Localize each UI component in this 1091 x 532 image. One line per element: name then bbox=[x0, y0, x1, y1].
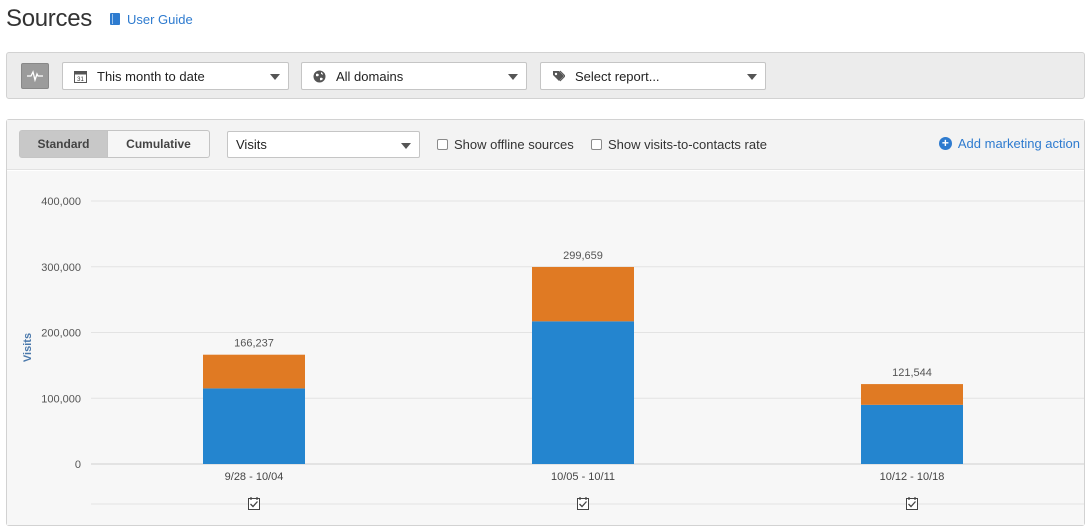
metric-value: Visits bbox=[236, 137, 267, 152]
view-mode-toggle: Standard Cumulative bbox=[19, 130, 210, 158]
book-icon bbox=[109, 13, 120, 25]
y-axis-label: Visits bbox=[22, 333, 34, 362]
bar-total-label: 121,544 bbox=[892, 367, 932, 379]
bar-segment[interactable] bbox=[203, 354, 305, 389]
report-select[interactable]: Select report... bbox=[540, 62, 766, 90]
y-tick-label: 200,000 bbox=[41, 328, 81, 340]
domain-select[interactable]: All domains bbox=[301, 62, 527, 90]
bar-segment[interactable] bbox=[532, 266, 634, 322]
add-marketing-action-label: Add marketing action bbox=[957, 136, 1080, 151]
x-tick-label: 10/12 - 10/18 bbox=[880, 471, 945, 483]
page-title: Sources bbox=[6, 5, 92, 32]
svg-text:31: 31 bbox=[77, 77, 84, 83]
calendar-check-icon[interactable] bbox=[577, 497, 589, 510]
x-tick-label: 9/28 - 10/04 bbox=[225, 471, 284, 483]
chart-toolbar: Standard Cumulative Visits Show offline … bbox=[7, 120, 1084, 170]
bar-segment[interactable] bbox=[203, 388, 305, 464]
bar-total-label: 166,237 bbox=[234, 338, 274, 350]
stacked-bar-chart: 0 100,000 200,000 300,000 400,000 Visits 166,2… bbox=[22, 196, 1084, 510]
visits-to-contacts-label: Show visits-to-contacts rate bbox=[608, 137, 767, 152]
y-tick-label: 300,000 bbox=[41, 262, 81, 274]
page-header: Sources User Guide bbox=[6, 2, 193, 36]
pulse-toggle-button[interactable] bbox=[21, 63, 49, 89]
chevron-down-icon bbox=[270, 74, 280, 80]
chevron-down-icon bbox=[747, 74, 757, 80]
bar-total-label: 299,659 bbox=[563, 250, 603, 262]
cumulative-button[interactable]: Cumulative bbox=[108, 130, 210, 158]
chart-panel: Standard Cumulative Visits Show offline … bbox=[6, 119, 1085, 526]
bar-segment[interactable] bbox=[861, 384, 963, 405]
pulse-icon bbox=[27, 70, 43, 82]
report-placeholder: Select report... bbox=[575, 68, 660, 84]
chevron-down-icon bbox=[508, 74, 518, 80]
visits-to-contacts-checkbox[interactable]: Show visits-to-contacts rate bbox=[591, 137, 767, 152]
filter-bar: 31 This month to date All domains Select… bbox=[6, 52, 1085, 99]
add-marketing-action-link[interactable]: + Add marketing action bbox=[938, 136, 1080, 151]
standard-button[interactable]: Standard bbox=[19, 130, 108, 158]
y-tick-label: 0 bbox=[75, 459, 81, 471]
tag-icon bbox=[551, 69, 565, 83]
y-tick-label: 400,000 bbox=[41, 196, 81, 208]
chevron-down-icon bbox=[401, 143, 411, 149]
x-tick-label: 10/05 - 10/11 bbox=[551, 471, 615, 483]
bar-segment[interactable] bbox=[532, 321, 634, 464]
bar-segment[interactable] bbox=[861, 404, 963, 464]
plus-circle-icon: + bbox=[938, 137, 952, 150]
checkbox-box[interactable] bbox=[591, 139, 602, 150]
checkbox-box[interactable] bbox=[437, 139, 448, 150]
calendar-icon: 31 bbox=[73, 69, 87, 83]
y-tick-label: 100,000 bbox=[41, 393, 81, 405]
metric-select[interactable]: Visits bbox=[227, 131, 420, 158]
user-guide-label: User Guide bbox=[126, 11, 193, 27]
globe-icon bbox=[312, 69, 326, 83]
offline-sources-checkbox[interactable]: Show offline sources bbox=[437, 137, 574, 152]
chart-area: 0 100,000 200,000 300,000 400,000 Visits 166,2… bbox=[7, 171, 1084, 525]
user-guide-link[interactable]: User Guide bbox=[109, 11, 193, 27]
date-range-select[interactable]: 31 This month to date bbox=[62, 62, 289, 90]
domain-value: All domains bbox=[336, 68, 404, 84]
date-range-value: This month to date bbox=[97, 68, 205, 84]
calendar-check-icon[interactable] bbox=[248, 497, 260, 510]
calendar-check-icon[interactable] bbox=[906, 497, 918, 510]
offline-sources-label: Show offline sources bbox=[454, 137, 574, 152]
